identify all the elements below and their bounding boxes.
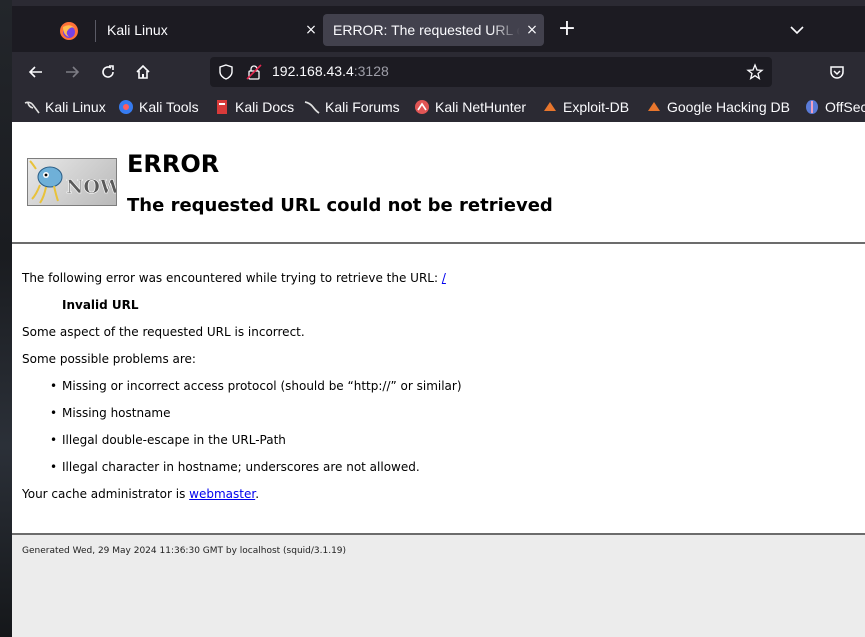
tab-close-icon[interactable]: ×	[520, 22, 544, 38]
bookmark-exploit-db[interactable]: Exploit-DB	[542, 98, 629, 116]
list-item: Missing or incorrect access protocol (sh…	[22, 373, 462, 400]
tab-label: Kali Linux	[107, 22, 168, 38]
admin-line: Your cache administrator is webmaster.	[22, 481, 462, 508]
admin-text: Your cache administrator is	[22, 487, 190, 501]
tab-separator	[95, 20, 96, 42]
pocket-icon[interactable]	[823, 58, 851, 86]
requested-url-link[interactable]: /	[442, 271, 446, 285]
back-icon[interactable]	[22, 58, 50, 86]
address-bar[interactable]: 192.168.43.4:3128	[210, 57, 772, 87]
bookmark-offsec[interactable]: OffSec	[804, 98, 865, 116]
tab-strip: Kali Linux × ERROR: The requested URL co…	[12, 6, 865, 52]
bookmark-label: Kali NetHunter	[435, 99, 527, 115]
bookmark-kali-tools[interactable]: Kali Tools	[118, 98, 199, 116]
bookmark-label: Kali Docs	[235, 99, 295, 115]
page-content: NOW ERROR The requested URL could not be…	[12, 122, 865, 637]
bookmark-label: OffSec	[825, 99, 865, 115]
bookmark-label: Kali Linux	[45, 99, 106, 115]
url-text: 192.168.43.4:3128	[272, 63, 389, 79]
tab-close-icon[interactable]: ×	[299, 22, 323, 38]
bookmark-google-hacking-db[interactable]: Google Hacking DB	[646, 98, 790, 116]
list-all-tabs-icon[interactable]	[787, 20, 807, 40]
problems-heading: Some possible problems are:	[22, 352, 196, 366]
error-header: NOW ERROR The requested URL could not be…	[12, 122, 865, 244]
bookmark-kali-linux[interactable]: Kali Linux	[24, 98, 106, 116]
admin-suffix: .	[255, 487, 260, 501]
footer: Generated Wed, 29 May 2024 11:36:30 GMT …	[12, 535, 865, 637]
page-subtitle: The requested URL could not be retrieved	[127, 195, 553, 216]
kali-nethunter-icon	[414, 99, 430, 115]
squid-logo: NOW	[27, 158, 117, 206]
browser-window: Kali Linux × ERROR: The requested URL co…	[12, 0, 865, 637]
bookmark-kali-forums[interactable]: Kali Forums	[304, 98, 400, 116]
bookmarks-toolbar: Kali Linux Kali Tools Kali Docs Kali For…	[12, 92, 865, 122]
kali-docs-icon	[214, 99, 230, 115]
logo-text: NOW	[66, 176, 116, 198]
tab-label: ERROR: The requested URL could not be re…	[333, 22, 520, 38]
kali-forums-icon	[304, 99, 320, 115]
footer-text: Generated Wed, 29 May 2024 11:36:30 GMT …	[22, 546, 347, 556]
kali-tools-icon	[118, 99, 134, 115]
error-name: Invalid URL	[62, 298, 139, 312]
bookmark-label: Google Hacking DB	[667, 99, 790, 115]
reload-icon[interactable]	[94, 58, 122, 86]
url-host: 192.168.43.4	[272, 63, 354, 79]
error-body: The following error was encountered whil…	[22, 265, 462, 508]
tab-kali-linux[interactable]: Kali Linux ×	[97, 14, 323, 46]
ghdb-icon	[646, 99, 662, 115]
bookmark-kali-nethunter[interactable]: Kali NetHunter	[414, 98, 526, 116]
bookmark-label: Kali Tools	[139, 99, 199, 115]
bookmark-star-icon[interactable]	[746, 63, 764, 85]
error-description: Some aspect of the requested URL is inco…	[22, 325, 305, 339]
tracking-protection-shield-icon[interactable]	[218, 64, 234, 84]
insecure-lock-icon[interactable]	[246, 64, 262, 84]
offsec-icon	[804, 99, 820, 115]
forward-icon[interactable]	[58, 58, 86, 86]
page-title: ERROR	[127, 150, 220, 178]
exploit-db-icon	[542, 99, 558, 115]
kali-dragon-icon	[24, 99, 40, 115]
home-icon[interactable]	[129, 58, 157, 86]
bookmark-label: Kali Forums	[325, 99, 400, 115]
firefox-icon[interactable]	[56, 18, 82, 44]
list-item: Illegal double-escape in the URL-Path	[22, 427, 462, 454]
intro-text: The following error was encountered whil…	[22, 271, 442, 285]
list-item: Missing hostname	[22, 400, 462, 427]
intro-line: The following error was encountered whil…	[22, 265, 462, 292]
bookmark-kali-docs[interactable]: Kali Docs	[214, 98, 294, 116]
new-tab-button[interactable]: +	[555, 18, 579, 42]
tab-error-page[interactable]: ERROR: The requested URL could not be re…	[323, 14, 544, 46]
webmaster-link[interactable]: webmaster	[189, 487, 255, 501]
desktop-wallpaper	[0, 0, 12, 637]
url-port: :3128	[353, 63, 389, 79]
list-item: Illegal character in hostname; underscor…	[22, 454, 462, 481]
navigation-toolbar: 192.168.43.4:3128	[12, 52, 865, 92]
bookmark-label: Exploit-DB	[563, 99, 630, 115]
